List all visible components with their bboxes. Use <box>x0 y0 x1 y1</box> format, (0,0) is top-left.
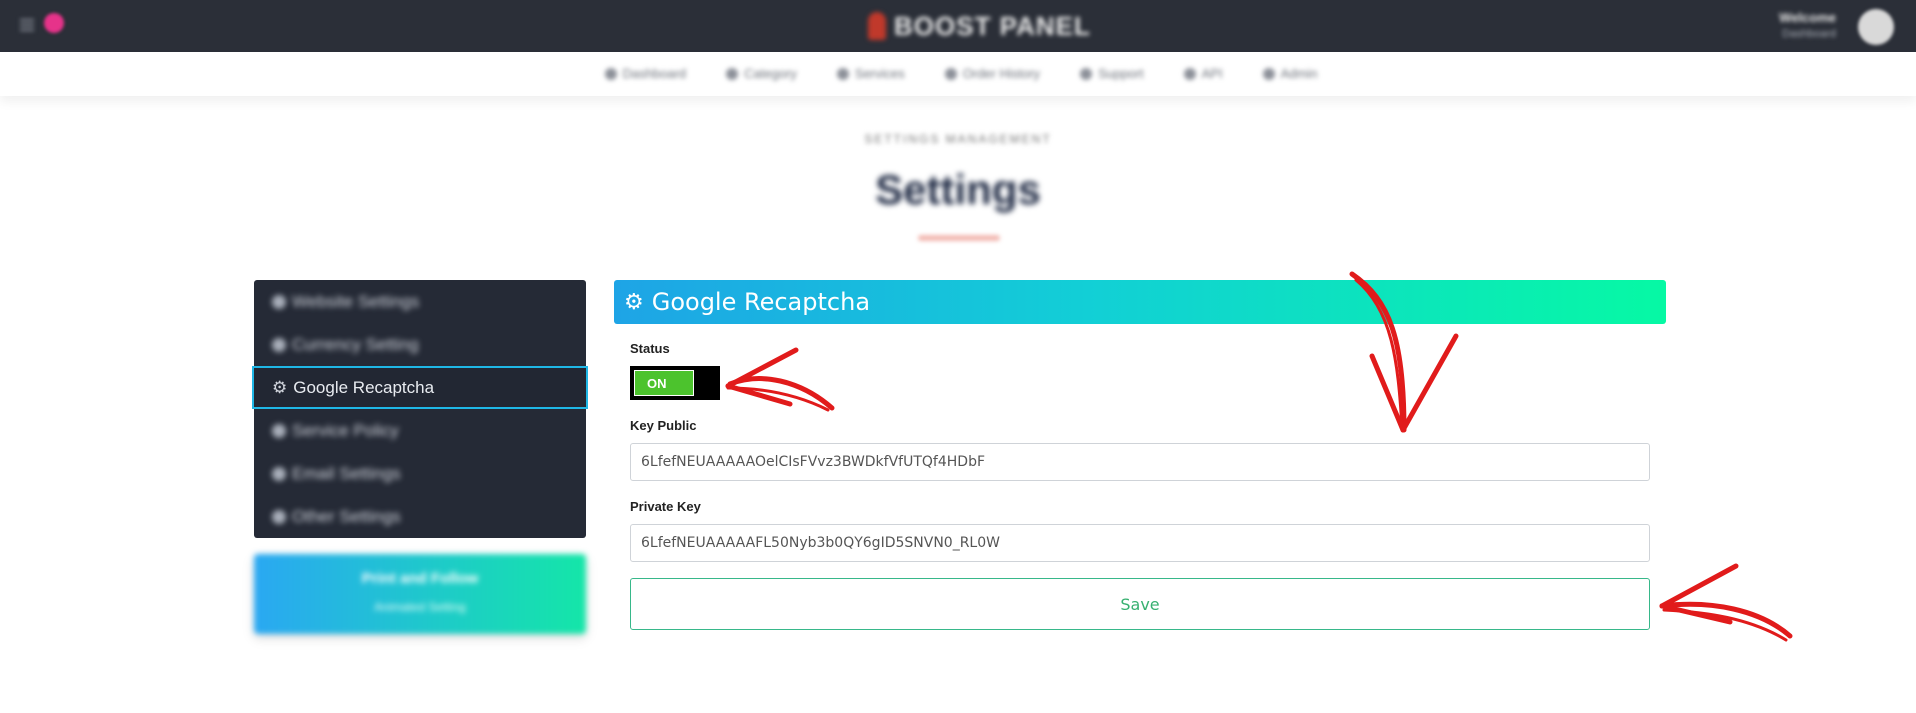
nav-item-admin[interactable]: Admin <box>1262 66 1317 81</box>
notification-icon[interactable] <box>44 13 64 33</box>
user-info[interactable]: Welcome Dashboard <box>1779 10 1836 40</box>
private-key-input[interactable]: 6LfefNEUAAAAAFL50Nyb3b0QY6gID5SNVN0_RL0W <box>630 524 1650 562</box>
api-icon <box>1183 67 1196 80</box>
gear-icon <box>272 294 286 309</box>
page-title: Settings <box>875 166 1041 213</box>
admin-icon <box>1262 67 1275 80</box>
hamburger-icon[interactable] <box>20 16 34 32</box>
save-button[interactable]: Save <box>630 578 1650 630</box>
gear-icon: ⚙ <box>624 289 644 315</box>
email-icon <box>272 466 286 481</box>
category-icon <box>726 67 739 80</box>
sidebar-item-service-policy[interactable]: Service Policy <box>254 409 586 452</box>
user-name: Welcome <box>1779 10 1836 25</box>
status-label: Status <box>630 341 670 356</box>
arrow-to-toggle-icon <box>725 347 835 412</box>
promo-title: Print and Follow <box>361 570 479 587</box>
nav-item-services[interactable]: Services <box>836 66 905 81</box>
sidebar-item-email-settings[interactable]: Email Settings <box>254 452 586 495</box>
nav-item-support[interactable]: Support <box>1080 66 1144 81</box>
breadcrumb: SETTINGS MANAGEMENT <box>864 132 1052 146</box>
user-subtitle: Dashboard <box>1782 28 1836 40</box>
main-nav: Dashboard Category Services Order Histor… <box>0 52 1916 96</box>
sidebar-item-website-settings[interactable]: Website Settings <box>254 280 586 323</box>
sidebar-item-currency-setting[interactable]: Currency Setting <box>254 323 586 366</box>
status-toggle[interactable]: ON <box>630 366 720 400</box>
settings-sidebar: Website Settings Currency Setting ⚙ Goog… <box>252 280 588 538</box>
sidebar-item-other-settings[interactable]: Other Settings <box>254 495 586 538</box>
avatar[interactable] <box>1858 9 1894 45</box>
top-bar: BOOST PANEL Welcome Dashboard <box>0 0 1916 52</box>
section-title: Google Recaptcha <box>651 288 871 316</box>
title-underline <box>918 235 1000 241</box>
settings-icon <box>272 509 286 524</box>
private-key-label: Private Key <box>630 499 701 514</box>
promo-subtitle: Animated Setting <box>374 600 466 614</box>
services-icon <box>836 67 849 80</box>
currency-icon <box>272 337 286 352</box>
section-header: ⚙ Google Recaptcha <box>614 280 1666 324</box>
dashboard-icon <box>604 67 617 80</box>
sidebar-item-google-recaptcha[interactable]: ⚙ Google Recaptcha <box>252 366 588 409</box>
gear-icon: ⚙ <box>272 377 288 397</box>
logo-text: BOOST PANEL <box>894 10 1091 41</box>
key-public-input[interactable]: 6LfefNEUAAAAAOelCIsFVvz3BWDkfVfUTQf4HDbF <box>630 443 1650 481</box>
policy-icon <box>272 423 286 438</box>
support-icon <box>1080 67 1093 80</box>
key-public-label: Key Public <box>630 418 697 433</box>
nav-item-orders[interactable]: Order History <box>944 66 1040 81</box>
nav-item-dashboard[interactable]: Dashboard <box>604 66 686 81</box>
logo-icon <box>868 12 886 40</box>
logo[interactable]: BOOST PANEL <box>868 10 1091 42</box>
promo-banner[interactable]: Print and Follow Animated Setting <box>254 554 586 634</box>
nav-item-api[interactable]: API <box>1183 66 1223 81</box>
arrow-to-save-icon <box>1659 563 1793 642</box>
nav-item-category[interactable]: Category <box>726 66 797 81</box>
toggle-on-label: ON <box>634 370 694 396</box>
orders-icon <box>944 67 957 80</box>
